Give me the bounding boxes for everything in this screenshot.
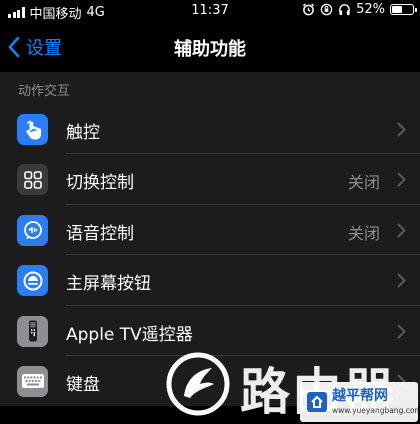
keyboard-icon: [17, 365, 48, 397]
row-switch-control[interactable]: 切换控制 关闭: [0, 154, 420, 205]
row-home-button[interactable]: 主屏幕按钮: [0, 255, 420, 306]
row-label-voice-control: 语音控制: [66, 223, 134, 244]
row-apple-tv-remote[interactable]: Apple TV遥控器: [0, 306, 420, 356]
navigation-bar: 设置 辅助功能: [0, 22, 420, 72]
orientation-lock-icon: [320, 3, 333, 16]
section-header-label: 动作交互: [18, 84, 71, 99]
row-voice-control[interactable]: 语音控制 关闭: [0, 205, 420, 256]
chevron-right-icon: [397, 122, 406, 137]
battery-fill: [392, 6, 402, 13]
battery-percentage: 52%: [356, 2, 385, 17]
battery-icon: [390, 4, 417, 15]
row-label-home-button: 主屏幕按钮: [66, 274, 151, 295]
status-bar: 中国移动 4G 11:37 52%: [0, 0, 420, 22]
chevron-right-icon: [397, 324, 406, 339]
status-bar-right: 52%: [302, 2, 417, 17]
row-label-switch-control: 切换控制: [66, 173, 134, 194]
page-title: 辅助功能: [174, 39, 246, 60]
chevron-right-icon: [397, 374, 406, 389]
bottom-strip: [0, 406, 420, 422]
row-value-switch-control: 关闭: [347, 173, 380, 193]
chevron-right-icon: [397, 273, 406, 288]
voice-control-icon: [17, 214, 48, 246]
row-label-keyboard: 键盘: [66, 374, 100, 395]
row-label-apple-tv-remote: Apple TV遥控器: [66, 324, 193, 345]
apple-tv-remote-icon: [17, 315, 48, 347]
row-keyboard[interactable]: 键盘: [0, 356, 420, 406]
switch-control-grid-icon: [17, 164, 48, 196]
chevron-right-icon: [397, 223, 406, 238]
row-touch[interactable]: 触控: [0, 104, 420, 155]
settings-list: 触控 切换控制 关闭 语音控制 关闭 主屏幕按钮 Apple TV遥控器 键盘: [0, 104, 420, 407]
touch-hand-icon: [17, 114, 48, 145]
alarm-icon: [302, 3, 315, 16]
section-header: 动作交互: [0, 72, 420, 104]
row-value-voice-control: 关闭: [347, 223, 380, 243]
row-label-touch: 触控: [66, 123, 100, 143]
headphones-icon: [339, 4, 350, 16]
chevron-right-icon: [397, 172, 406, 187]
home-button-icon: [17, 265, 48, 297]
